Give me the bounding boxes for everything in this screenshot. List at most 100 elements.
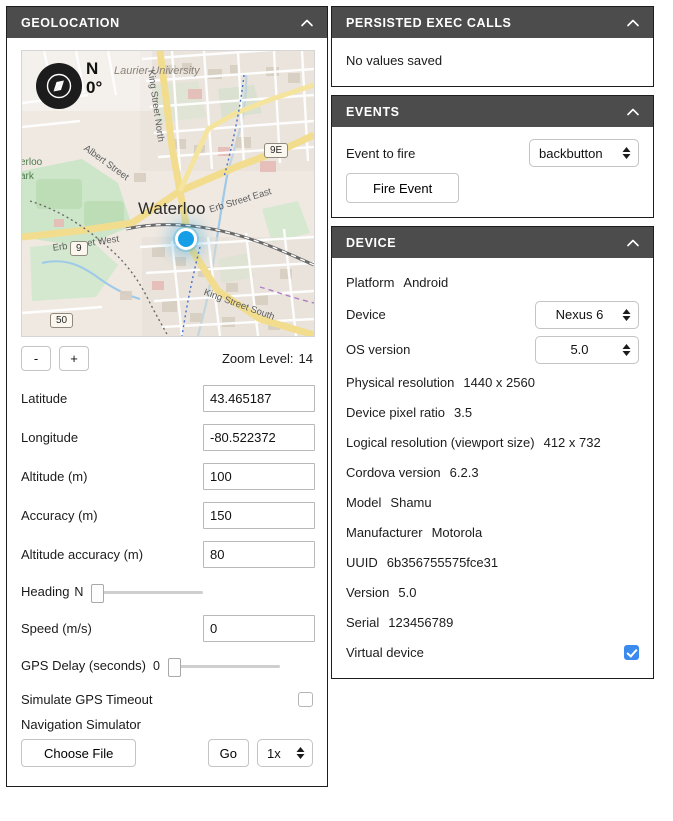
gps-delay-slider-thumb[interactable] xyxy=(168,658,181,677)
device-pixel-ratio-value: 3.5 xyxy=(454,405,472,420)
version-value: 5.0 xyxy=(398,585,416,600)
event-to-fire-select[interactable]: backbutton xyxy=(529,139,639,167)
geolocation-panel-header[interactable]: GEOLOCATION xyxy=(7,7,327,38)
speed-input[interactable] xyxy=(203,615,315,642)
playback-speed-value: 1x xyxy=(267,746,288,761)
heading-value: N xyxy=(69,585,83,599)
current-location-marker-icon[interactable] xyxy=(175,228,197,250)
gps-delay-slider[interactable] xyxy=(168,656,280,676)
latitude-row: Latitude xyxy=(21,379,313,418)
map-shield-9e: 9E xyxy=(264,143,288,158)
device-select[interactable]: Nexus 6 xyxy=(535,301,639,329)
simulate-gps-timeout-checkbox[interactable] xyxy=(298,692,313,707)
stepper-arrows-icon xyxy=(622,309,631,321)
cordova-version-label: Cordova version xyxy=(346,465,441,480)
heading-slider-thumb[interactable] xyxy=(91,584,104,603)
map-label-city: Waterloo xyxy=(138,199,205,219)
persisted-exec-calls-title: PERSISTED EXEC CALLS xyxy=(346,16,512,30)
compass-needle-icon[interactable] xyxy=(36,63,82,109)
version-row: Version 5.0 xyxy=(346,577,639,607)
heading-label: Heading xyxy=(21,584,69,599)
logical-resolution-label: Logical resolution (viewport size) xyxy=(346,435,535,450)
events-panel-body: Event to fire backbutton Fire Event xyxy=(332,127,653,217)
altitude-accuracy-label: Altitude accuracy (m) xyxy=(21,547,203,562)
choose-file-button[interactable]: Choose File xyxy=(21,739,136,767)
device-select-value: Nexus 6 xyxy=(545,307,614,322)
serial-value: 123456789 xyxy=(388,615,453,630)
map-zoom-controls: - + Zoom Level: 14 xyxy=(21,337,313,379)
device-select-row: Device Nexus 6 xyxy=(346,297,639,332)
devtools-simulator-page: GEOLOCATION xyxy=(0,0,673,821)
persisted-exec-calls-empty-text: No values saved xyxy=(346,50,639,72)
navigation-simulator-label: Navigation Simulator xyxy=(21,715,313,732)
logical-resolution-value: 412 x 732 xyxy=(544,435,601,450)
map-shield-50: 50 xyxy=(50,313,73,328)
map-label-park: erloo xyxy=(21,157,42,168)
serial-row: Serial 123456789 xyxy=(346,607,639,637)
events-panel-header[interactable]: EVENTS xyxy=(332,96,653,127)
heading-slider-track xyxy=(95,591,203,594)
device-panel-body: Platform Android Device Nexus 6 OS versi… xyxy=(332,258,653,678)
zoom-level-value: 14 xyxy=(299,351,313,366)
heading-row: Heading N xyxy=(21,574,313,609)
model-label: Model xyxy=(346,495,381,510)
latitude-input[interactable] xyxy=(203,385,315,412)
fire-event-button[interactable]: Fire Event xyxy=(346,173,459,203)
altitude-accuracy-input[interactable] xyxy=(203,541,315,568)
gps-delay-slider-track xyxy=(172,665,280,668)
model-row: Model Shamu xyxy=(346,487,639,517)
device-pixel-ratio-row: Device pixel ratio 3.5 xyxy=(346,397,639,427)
os-version-select[interactable]: 5.0 xyxy=(535,336,639,364)
altitude-row: Altitude (m) xyxy=(21,457,313,496)
chevron-up-icon[interactable] xyxy=(625,15,641,31)
altitude-accuracy-row: Altitude accuracy (m) xyxy=(21,535,313,574)
zoom-level-label: Zoom Level: xyxy=(222,351,294,366)
os-version-label: OS version xyxy=(346,342,410,357)
stepper-arrows-icon xyxy=(296,747,305,759)
physical-resolution-row: Physical resolution 1440 x 2560 xyxy=(346,367,639,397)
os-version-row: OS version 5.0 xyxy=(346,332,639,367)
simulate-gps-timeout-label: Simulate GPS Timeout xyxy=(21,692,153,707)
event-to-fire-value: backbutton xyxy=(539,146,614,161)
events-panel-title: EVENTS xyxy=(346,105,400,119)
events-panel: EVENTS Event to fire backbutton xyxy=(331,95,654,218)
persisted-exec-calls-panel: PERSISTED EXEC CALLS No values saved xyxy=(331,6,654,87)
longitude-row: Longitude xyxy=(21,418,313,457)
go-button[interactable]: Go xyxy=(208,739,249,767)
compass-heading-readout: N 0° xyxy=(86,59,102,97)
manufacturer-label: Manufacturer xyxy=(346,525,423,540)
map-shield-9: 9 xyxy=(70,241,88,256)
device-panel-title: DEVICE xyxy=(346,236,396,250)
zoom-out-button[interactable]: - xyxy=(21,346,51,371)
compass-heading-letter: N xyxy=(86,59,102,78)
uuid-label: UUID xyxy=(346,555,378,570)
stepper-arrows-icon xyxy=(622,147,631,159)
accuracy-label: Accuracy (m) xyxy=(21,508,203,523)
logical-resolution-row: Logical resolution (viewport size) 412 x… xyxy=(346,427,639,457)
speed-label: Speed (m/s) xyxy=(21,621,203,636)
zoom-in-button[interactable]: + xyxy=(59,346,89,371)
chevron-up-icon[interactable] xyxy=(625,235,641,251)
compass-heading-degrees: 0° xyxy=(86,78,102,97)
persisted-exec-calls-header[interactable]: PERSISTED EXEC CALLS xyxy=(332,7,653,38)
longitude-input[interactable] xyxy=(203,424,315,451)
device-panel: DEVICE Platform Android Device Nexus 6 xyxy=(331,226,654,679)
stepper-arrows-icon xyxy=(622,344,631,356)
heading-slider[interactable] xyxy=(91,582,203,602)
accuracy-input[interactable] xyxy=(203,502,315,529)
chevron-up-icon[interactable] xyxy=(299,15,315,31)
right-column: PERSISTED EXEC CALLS No values saved EVE… xyxy=(331,6,654,687)
virtual-device-label: Virtual device xyxy=(346,645,424,660)
device-panel-header[interactable]: DEVICE xyxy=(332,227,653,258)
device-pixel-ratio-label: Device pixel ratio xyxy=(346,405,445,420)
platform-row: Platform Android xyxy=(346,267,639,297)
gps-delay-value: 0 xyxy=(146,659,160,673)
virtual-device-row: Virtual device xyxy=(346,637,639,667)
virtual-device-checkbox[interactable] xyxy=(624,645,639,660)
chevron-up-icon[interactable] xyxy=(625,104,641,120)
manufacturer-value: Motorola xyxy=(432,525,483,540)
zoom-level-readout: Zoom Level: 14 xyxy=(222,351,313,366)
geolocation-map[interactable]: N 0° Laurier University Waterloo King St… xyxy=(21,50,315,337)
altitude-input[interactable] xyxy=(203,463,315,490)
playback-speed-select[interactable]: 1x xyxy=(257,739,313,767)
